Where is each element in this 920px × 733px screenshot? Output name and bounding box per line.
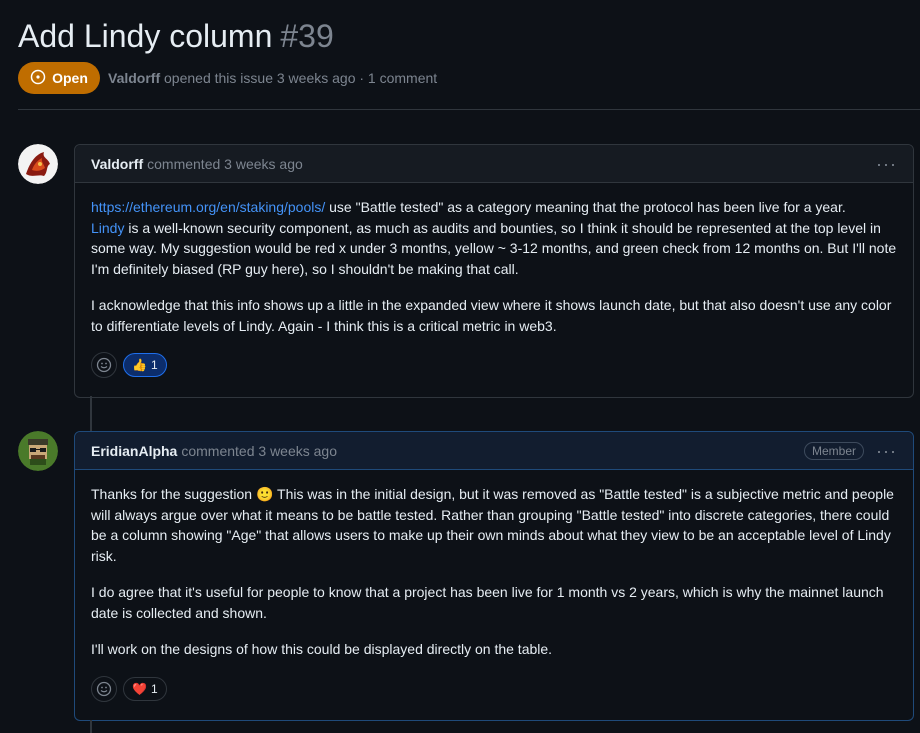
reaction-button[interactable]: ❤️ 1 — [123, 676, 167, 701]
status-label: Open — [52, 70, 88, 86]
avatar[interactable] — [18, 431, 58, 471]
comment-timestamp[interactable]: commented 3 weeks ago — [147, 156, 303, 172]
reaction-count: 1 — [150, 681, 158, 696]
smiley-icon[interactable] — [91, 352, 117, 378]
comment-header: EridianAlpha commented 3 weeks ago Membe… — [75, 432, 913, 470]
issue-number: #39 — [280, 18, 334, 54]
issue-author-link[interactable]: Valdorff — [108, 70, 160, 86]
kebab-horizontal-icon[interactable]: ··· — [876, 155, 897, 173]
status-badge: Open — [18, 62, 100, 94]
issue-title: Add Lindy column #39 — [18, 16, 334, 56]
timeline-line — [90, 720, 92, 733]
comment-author[interactable]: EridianAlpha — [91, 443, 177, 459]
issue-title-text: Add Lindy column — [18, 18, 273, 54]
comment-body: https://ethereum.org/en/staking/pools/ u… — [75, 183, 913, 336]
issue-meta: Valdorff opened this issue 3 weeks ago ·… — [108, 70, 437, 86]
comment-paragraph: https://ethereum.org/en/staking/pools/ u… — [91, 197, 897, 279]
reaction-button[interactable]: 👍 1 — [123, 353, 167, 377]
comment-timestamp[interactable]: commented 3 weeks ago — [181, 443, 337, 459]
reactions-bar: ❤️ 1 — [75, 675, 913, 716]
smiley-icon[interactable] — [91, 675, 117, 702]
divider — [18, 109, 920, 110]
heart-icon: ❤️ — [132, 681, 147, 696]
comment-paragraph: I'll work on the designs of how this cou… — [91, 641, 553, 657]
comment-author[interactable]: Valdorff — [91, 156, 143, 172]
thumbs-up-icon: 👍 — [132, 358, 147, 372]
comment-body: Thanks for the suggestion 🙂 This was in … — [75, 470, 913, 660]
kebab-horizontal-icon[interactable]: ··· — [876, 442, 897, 460]
member-badge: Member — [804, 441, 865, 460]
comment-paragraph: Thanks for the suggestion 🙂 This was in … — [91, 486, 894, 564]
link[interactable]: Lindy — [91, 220, 124, 236]
comment-card: EridianAlpha commented 3 weeks ago Membe… — [74, 431, 914, 721]
comment-paragraph: I acknowledge that this info shows up a … — [91, 297, 892, 334]
issue-open-icon — [30, 69, 46, 88]
issue-meta-text: opened this issue 3 weeks ago · 1 commen… — [164, 70, 438, 86]
comment-card: Valdorff commented 3 weeks ago ··· https… — [74, 144, 914, 398]
text: is a well-known security component, as m… — [91, 219, 897, 277]
link[interactable]: https://ethereum.org/en/staking/pools/ — [91, 199, 325, 215]
comment-paragraph: I do agree that it's useful for people t… — [91, 584, 884, 621]
reactions-bar: 👍 1 — [75, 352, 913, 392]
timeline-line — [90, 396, 92, 436]
comment-header: Valdorff commented 3 weeks ago ··· — [75, 145, 913, 183]
text: use "Battle tested" as a category meanin… — [325, 199, 846, 215]
avatar[interactable] — [18, 144, 58, 184]
reaction-count: 1 — [150, 358, 158, 372]
